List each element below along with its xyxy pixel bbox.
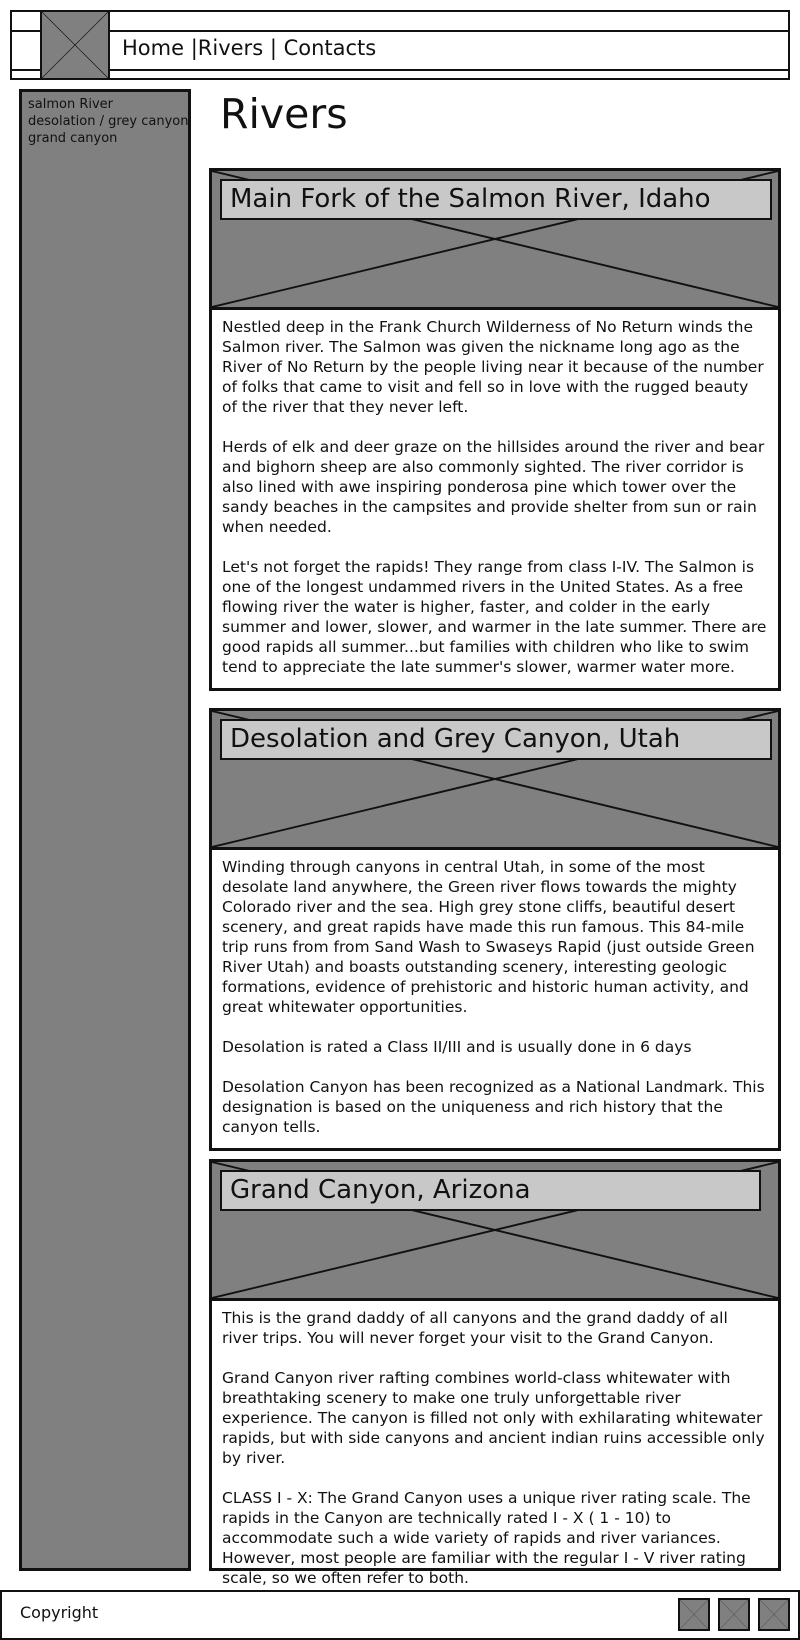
- river-banner-image-placeholder-icon: Main Fork of the Salmon River, Idaho: [212, 171, 778, 310]
- page-title: Rivers: [220, 90, 348, 138]
- nav-link-contacts[interactable]: Contacts: [284, 36, 377, 60]
- nav-separator: |: [184, 36, 198, 60]
- river-description: Winding through canyons in central Utah,…: [212, 850, 778, 1147]
- sidebar-item-grand-canyon[interactable]: grand canyon: [28, 130, 182, 147]
- river-paragraph: Let's not forget the rapids! They range …: [222, 558, 767, 676]
- river-paragraph: Herds of elk and deer graze on the hills…: [222, 438, 765, 536]
- river-paragraph: Desolation Canyon has been recognized as…: [222, 1078, 765, 1136]
- river-paragraph: Grand Canyon river rafting combines worl…: [222, 1369, 765, 1467]
- river-paragraph: Winding through canyons in central Utah,…: [222, 858, 755, 1016]
- copyright-text: Copyright: [20, 1603, 99, 1622]
- logo-image-placeholder-icon[interactable]: [40, 10, 110, 80]
- river-section-desolation: Desolation and Grey Canyon, Utah Winding…: [209, 708, 781, 1151]
- river-paragraph: This is the grand daddy of all canyons a…: [222, 1309, 728, 1347]
- social-image-placeholder-icon[interactable]: [678, 1598, 710, 1631]
- river-heading: Grand Canyon, Arizona: [220, 1170, 761, 1211]
- nav-separator: |: [263, 36, 284, 60]
- social-image-placeholder-icon[interactable]: [718, 1598, 750, 1631]
- river-description: This is the grand daddy of all canyons a…: [212, 1301, 778, 1598]
- river-description: Nestled deep in the Frank Church Wildern…: [212, 310, 778, 687]
- river-heading: Main Fork of the Salmon River, Idaho: [220, 179, 772, 220]
- sidebar-item-salmon-river[interactable]: salmon River: [28, 96, 182, 113]
- main-nav: Home |Rivers | Contacts: [122, 36, 376, 60]
- sidebar-item-desolation-grey-canyon[interactable]: desolation / grey canyon: [28, 113, 188, 130]
- nav-link-home[interactable]: Home: [122, 36, 184, 60]
- social-image-placeholder-icon[interactable]: [758, 1598, 790, 1631]
- river-paragraph: Desolation is rated a Class II/III and i…: [222, 1038, 692, 1056]
- sidebar: salmon River desolation / grey canyon gr…: [19, 89, 191, 1571]
- river-section-grand-canyon: Grand Canyon, Arizona This is the grand …: [209, 1159, 781, 1587]
- river-paragraph: CLASS I - X: The Grand Canyon uses a uni…: [222, 1489, 751, 1587]
- river-paragraph: Nestled deep in the Frank Church Wildern…: [222, 318, 764, 416]
- river-section-salmon: Main Fork of the Salmon River, Idaho Nes…: [209, 168, 781, 691]
- river-banner-image-placeholder-icon: Desolation and Grey Canyon, Utah: [212, 711, 778, 850]
- river-banner-image-placeholder-icon: Grand Canyon, Arizona: [212, 1162, 778, 1301]
- river-heading: Desolation and Grey Canyon, Utah: [220, 719, 772, 760]
- nav-link-rivers[interactable]: Rivers: [198, 36, 263, 60]
